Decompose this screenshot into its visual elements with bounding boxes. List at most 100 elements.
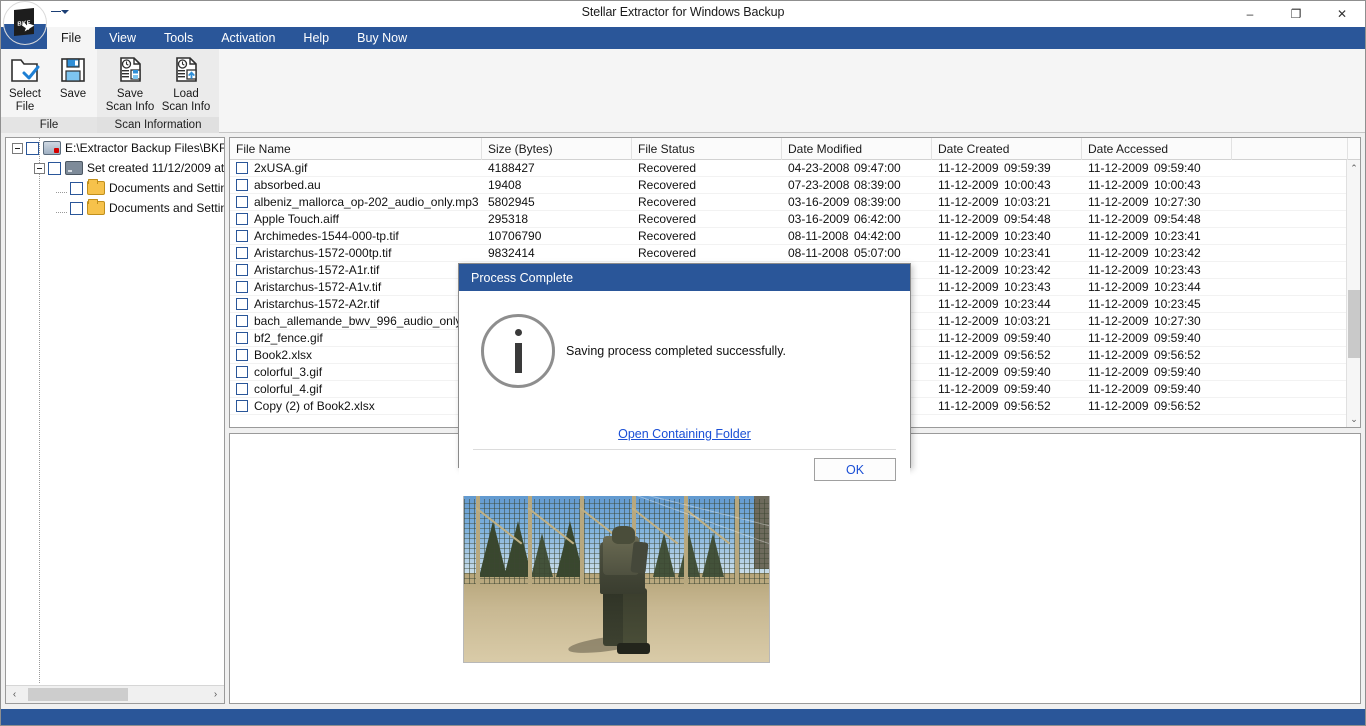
column-header-file-name[interactable]: File Name (230, 138, 482, 160)
cell-date-accessed: 11-12-2009 10:23:42 (1082, 246, 1232, 260)
list-scroll-down-arrow[interactable]: ⌄ (1347, 411, 1361, 427)
row-checkbox[interactable] (236, 162, 248, 174)
tab-view[interactable]: View (95, 27, 150, 49)
cell-date-accessed: 11-12-2009 09:59:40 (1082, 365, 1232, 379)
tree-node[interactable]: E:\Extractor Backup Files\BKF fi (6, 138, 224, 158)
save-scan-info-button[interactable]: Save Scan Info (102, 54, 158, 114)
tree-node-checkbox[interactable] (48, 161, 61, 175)
tree-node[interactable]: Set created 11/12/2009 at 10 (6, 158, 224, 178)
file-name-label: Copy (2) of Book2.xlsx (254, 399, 375, 413)
tree-node-checkbox[interactable] (26, 141, 39, 155)
cell-date-accessed-date: 11-12-2009 (1088, 178, 1149, 192)
row-checkbox[interactable] (236, 264, 248, 276)
tab-file[interactable]: File (47, 27, 96, 49)
tree-scroll-thumb[interactable] (28, 688, 128, 701)
cell-size: 9832414 (488, 246, 535, 260)
cell-date-created-date: 11-12-2009 (938, 314, 999, 328)
maximize-button[interactable]: ❐ (1273, 1, 1319, 27)
select-file-button[interactable]: Select File (1, 54, 49, 114)
tree-expander-icon[interactable] (12, 142, 23, 154)
list-scroll-thumb[interactable] (1348, 290, 1360, 358)
tree-scroll-track[interactable] (23, 686, 207, 703)
table-row[interactable]: albeniz_mallorca_op-202_audio_only.mp3 58… (230, 194, 1346, 211)
cell-date-created-date: 11-12-2009 (938, 212, 999, 226)
ribbon-group-file: Select File Save File (1, 49, 97, 133)
tab-help[interactable]: Help (289, 27, 343, 49)
tab-tools[interactable]: Tools (150, 27, 207, 49)
cell-date-created: 11-12-2009 10:23:44 (932, 297, 1082, 311)
row-checkbox[interactable] (236, 400, 248, 412)
cell-date-accessed: 11-12-2009 09:59:40 (1082, 382, 1232, 396)
column-header-file-status[interactable]: File Status (632, 138, 782, 160)
load-scan-info-button[interactable]: Load Scan Info (158, 54, 214, 114)
cell-date-accessed-date: 11-12-2009 (1088, 246, 1149, 260)
list-scroll-up-arrow[interactable]: ⌃ (1347, 160, 1361, 176)
cell-file-name: bach_allemande_bwv_996_audio_only.m (230, 314, 482, 328)
file-list-header: File Name Size (Bytes) File Status Date Mod… (230, 138, 1360, 160)
cell-date-accessed: 11-12-2009 09:59:40 (1082, 331, 1232, 345)
preview-image (463, 467, 770, 663)
quick-access-toolbar-caret-icon[interactable] (51, 5, 69, 19)
column-header-size-bytes[interactable]: Size (Bytes) (482, 138, 632, 160)
cell-date-created-time: 09:54:48 (1004, 212, 1051, 226)
tree-scroll-left-arrow[interactable]: ‹ (6, 686, 23, 703)
info-icon-stem (514, 343, 522, 373)
row-checkbox[interactable] (236, 179, 248, 191)
table-row[interactable]: Aristarchus-1572-000tp.tif 9832414 Recover… (230, 245, 1346, 262)
column-header-date-accessed[interactable]: Date Accessed (1082, 138, 1232, 160)
table-row[interactable]: 2xUSA.gif 4188427 Recovered 04-23-2008 09:47… (230, 160, 1346, 177)
table-row[interactable]: Apple Touch.aiff 295318 Recovered 03-16-200… (230, 211, 1346, 228)
tab-buy-now[interactable]: Buy Now (343, 27, 421, 49)
cell-date-modified-time: 08:39:00 (854, 178, 901, 192)
column-header-date-created[interactable]: Date Created (932, 138, 1082, 160)
cell-date-created-time: 10:03:21 (1004, 314, 1051, 328)
cell-date-created-date: 11-12-2009 (938, 297, 999, 311)
row-checkbox[interactable] (236, 213, 248, 225)
cell-date-accessed-time: 10:00:43 (1154, 178, 1201, 192)
row-checkbox[interactable] (236, 315, 248, 327)
tree-horizontal-scrollbar[interactable]: ‹ › (6, 685, 224, 703)
tree-scroll-right-arrow[interactable]: › (207, 686, 224, 703)
table-row[interactable]: Archimedes-1544-000-tp.tif 10706790 Recove… (230, 228, 1346, 245)
tree-expander-icon[interactable] (34, 162, 45, 174)
row-checkbox[interactable] (236, 196, 248, 208)
file-list-vertical-scrollbar[interactable]: ⌃ ⌄ (1346, 160, 1360, 427)
qat-bar (51, 10, 61, 13)
cell-date-accessed-date: 11-12-2009 (1088, 263, 1149, 277)
save-button[interactable]: Save (49, 54, 97, 101)
cell-date-modified-date: 03-16-2009 (788, 212, 850, 226)
tree-node-checkbox[interactable] (70, 181, 83, 195)
tree-node[interactable]: Documents and Setting (6, 178, 224, 198)
column-header-date-modified[interactable]: Date Modified (782, 138, 932, 160)
row-checkbox[interactable] (236, 247, 248, 259)
app-logo-icon[interactable]: BKF (3, 1, 47, 45)
ribbon-tab-bar: File View Tools Activation Help Buy Now (1, 27, 1365, 49)
row-checkbox[interactable] (236, 366, 248, 378)
backup-tree-panel: E:\Extractor Backup Files\BKF fi Set crea… (5, 137, 225, 704)
dialog-body: Saving process completed successfully. O… (459, 291, 910, 496)
tree-node-checkbox[interactable] (70, 201, 83, 215)
row-checkbox[interactable] (236, 298, 248, 310)
close-button[interactable]: ✕ (1319, 1, 1365, 27)
cell-file-name: Aristarchus-1572-000tp.tif (230, 246, 482, 260)
cell-date-accessed-date: 11-12-2009 (1088, 212, 1149, 226)
column-header-blank[interactable] (1232, 138, 1348, 160)
row-checkbox[interactable] (236, 332, 248, 344)
row-checkbox[interactable] (236, 383, 248, 395)
row-checkbox[interactable] (236, 281, 248, 293)
table-row[interactable]: absorbed.au 19408 Recovered 07-23-2008 08:39… (230, 177, 1346, 194)
cell-date-created-time: 10:03:21 (1004, 195, 1051, 209)
tree-node[interactable]: Documents and Setting (6, 198, 224, 218)
cell-date-modified: 03-16-2009 06:42:00 (782, 212, 932, 226)
minimize-button[interactable]: – (1227, 1, 1273, 27)
dialog-title-bar: Process Complete (459, 264, 910, 291)
tab-activation[interactable]: Activation (207, 27, 289, 49)
row-checkbox[interactable] (236, 230, 248, 242)
tree-node-label: E:\Extractor Backup Files\BKF fi (65, 141, 224, 155)
cell-date-created: 11-12-2009 10:03:21 (932, 314, 1082, 328)
open-containing-folder-link[interactable]: Open Containing Folder (459, 427, 910, 441)
ok-button[interactable]: OK (814, 458, 896, 481)
file-name-label: Aristarchus-1572-A1v.tif (254, 280, 382, 294)
row-checkbox[interactable] (236, 349, 248, 361)
cell-file-name: albeniz_mallorca_op-202_audio_only.mp3 (230, 195, 482, 209)
